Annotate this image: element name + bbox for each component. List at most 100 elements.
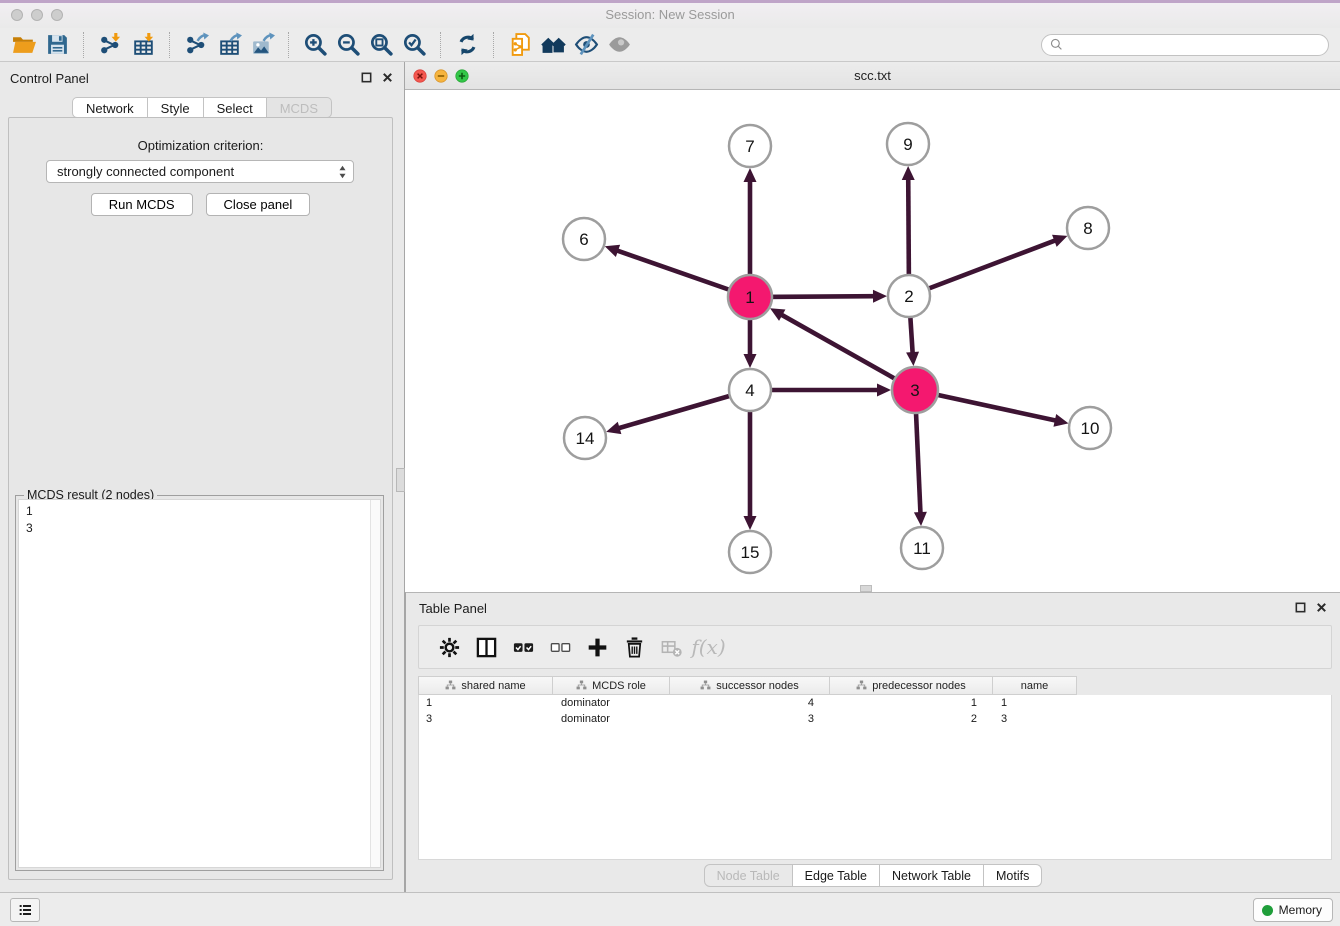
delete-table-icon [653,632,690,662]
graphics-details-icon[interactable] [570,30,603,60]
control-panel: Control Panel NetworkStyleSelectMCDS Opt… [0,62,405,892]
criterion-value: strongly connected component [57,164,234,179]
table-panel-title: Table Panel [419,601,487,616]
network-window-titlebar[interactable]: scc.txt [405,62,1340,90]
graph-node-label-7: 7 [745,137,754,156]
table-body: 1dominator4113dominator323 [418,695,1332,860]
select-all-columns-icon[interactable] [505,632,542,662]
horizontal-splitter-handle[interactable] [860,585,872,592]
tab-motifs[interactable]: Motifs [984,864,1042,887]
toolbar-separator [169,32,171,58]
edge-arrow-1-6 [605,245,620,257]
tab-network-table[interactable]: Network Table [880,864,984,887]
mcds-tab-content: Optimization criterion: strongly connect… [8,117,393,880]
table-settings-icon[interactable] [431,632,468,662]
table-cell[interactable]: dominator [554,711,671,727]
delete-column-icon[interactable] [616,632,653,662]
add-column-icon[interactable] [579,632,616,662]
edge-2-8[interactable] [909,240,1056,296]
memory-button[interactable]: Memory [1253,898,1333,922]
mcds-result-value: 3 [26,520,380,537]
show-columns-icon[interactable] [468,632,505,662]
mcds-result-group: MCDS result (2 nodes) 13 [15,495,384,871]
table-toolbar: f(x) [418,625,1332,669]
close-table-panel-icon[interactable] [1315,601,1328,614]
column-header-name[interactable]: name [993,676,1077,695]
memory-label: Memory [1279,903,1322,917]
table-cell[interactable]: 1 [994,695,1078,711]
edge-arrow-2-3 [906,352,919,366]
edge-arrow-2-9 [902,166,915,180]
task-history-button[interactable] [10,898,40,922]
search-icon [1049,37,1064,52]
column-header-MCDS-role[interactable]: MCDS role [553,676,670,695]
table-cell[interactable]: 3 [994,711,1078,727]
table-tabs: Node TableEdge TableNetwork TableMotifs [406,864,1340,887]
memory-status-icon [1262,905,1273,916]
main-toolbar [0,28,1340,62]
import-table-icon[interactable] [127,30,160,60]
search-input[interactable] [1064,35,1328,55]
column-header-shared-name[interactable]: shared name [418,676,553,695]
zoom-fit-icon[interactable] [365,30,398,60]
run-mcds-button[interactable]: Run MCDS [91,193,193,216]
graph-node-label-9: 9 [903,135,912,154]
network-title: scc.txt [405,68,1340,83]
app-titlebar: Session: New Session [0,0,1340,29]
network-window: scc.txt 7968124314101511 [405,62,1340,592]
table-cell[interactable]: 2 [831,711,994,727]
table-cell[interactable]: 1 [831,695,994,711]
graph-node-label-6: 6 [579,230,588,249]
float-table-panel-icon[interactable] [1294,601,1307,614]
table-header-row: shared nameMCDS role successor nodes prede… [418,676,1077,695]
save-session-icon[interactable] [41,30,74,60]
table-row[interactable]: 1dominator411 [419,695,1331,711]
export-image-icon[interactable] [246,30,279,60]
export-network-icon[interactable] [180,30,213,60]
import-network-icon[interactable] [94,30,127,60]
graph-node-label-8: 8 [1083,219,1092,238]
table-cell[interactable]: 1 [419,695,554,711]
zoom-out-icon[interactable] [332,30,365,60]
result-scrollbar[interactable] [370,500,380,867]
apply-layout-icon[interactable] [451,30,484,60]
toolbar-separator [83,32,85,58]
show-all-networks-icon[interactable] [537,30,570,60]
table-cell[interactable]: 3 [419,711,554,727]
table-row[interactable]: 3dominator323 [419,711,1331,727]
search-box [1041,34,1329,56]
tab-node-table[interactable]: Node Table [704,864,793,887]
graph-node-label-15: 15 [741,543,760,562]
unselect-all-columns-icon[interactable] [542,632,579,662]
column-header-predecessor-nodes[interactable]: predecessor nodes [830,676,993,695]
column-header-label: successor nodes [716,680,799,692]
control-panel-title: Control Panel [10,71,89,86]
edge-arrow-2-8 [1052,235,1067,247]
graph-node-label-1: 1 [745,288,754,307]
tab-network[interactable]: Network [72,97,148,118]
vertical-splitter-handle[interactable] [396,468,405,492]
network-canvas[interactable]: 7968124314101511 [405,90,1340,592]
table-cell[interactable]: dominator [554,695,671,711]
mcds-result-text[interactable]: 13 [18,499,381,868]
optimization-criterion-label: Optimization criterion: [9,138,392,153]
open-file-icon[interactable] [8,30,41,60]
tab-mcds[interactable]: MCDS [267,97,332,118]
toolbar-separator [288,32,290,58]
close-panel-icon[interactable] [381,71,394,84]
table-cell[interactable]: 4 [671,695,831,711]
table-panel: Table Panel f(x) shared nameMCDS role suc… [405,592,1340,892]
tab-edge-table[interactable]: Edge Table [793,864,880,887]
float-panel-icon[interactable] [360,71,373,84]
zoom-selected-icon[interactable] [398,30,431,60]
export-table-icon[interactable] [213,30,246,60]
close-panel-button[interactable]: Close panel [206,193,311,216]
table-cell[interactable]: 3 [671,711,831,727]
tab-select[interactable]: Select [204,97,267,118]
criterion-select[interactable]: strongly connected component [46,160,354,183]
zoom-in-icon[interactable] [299,30,332,60]
column-header-successor-nodes[interactable]: successor nodes [670,676,830,695]
toolbar-separator [440,32,442,58]
tab-style[interactable]: Style [148,97,204,118]
network-from-file-icon[interactable] [504,30,537,60]
